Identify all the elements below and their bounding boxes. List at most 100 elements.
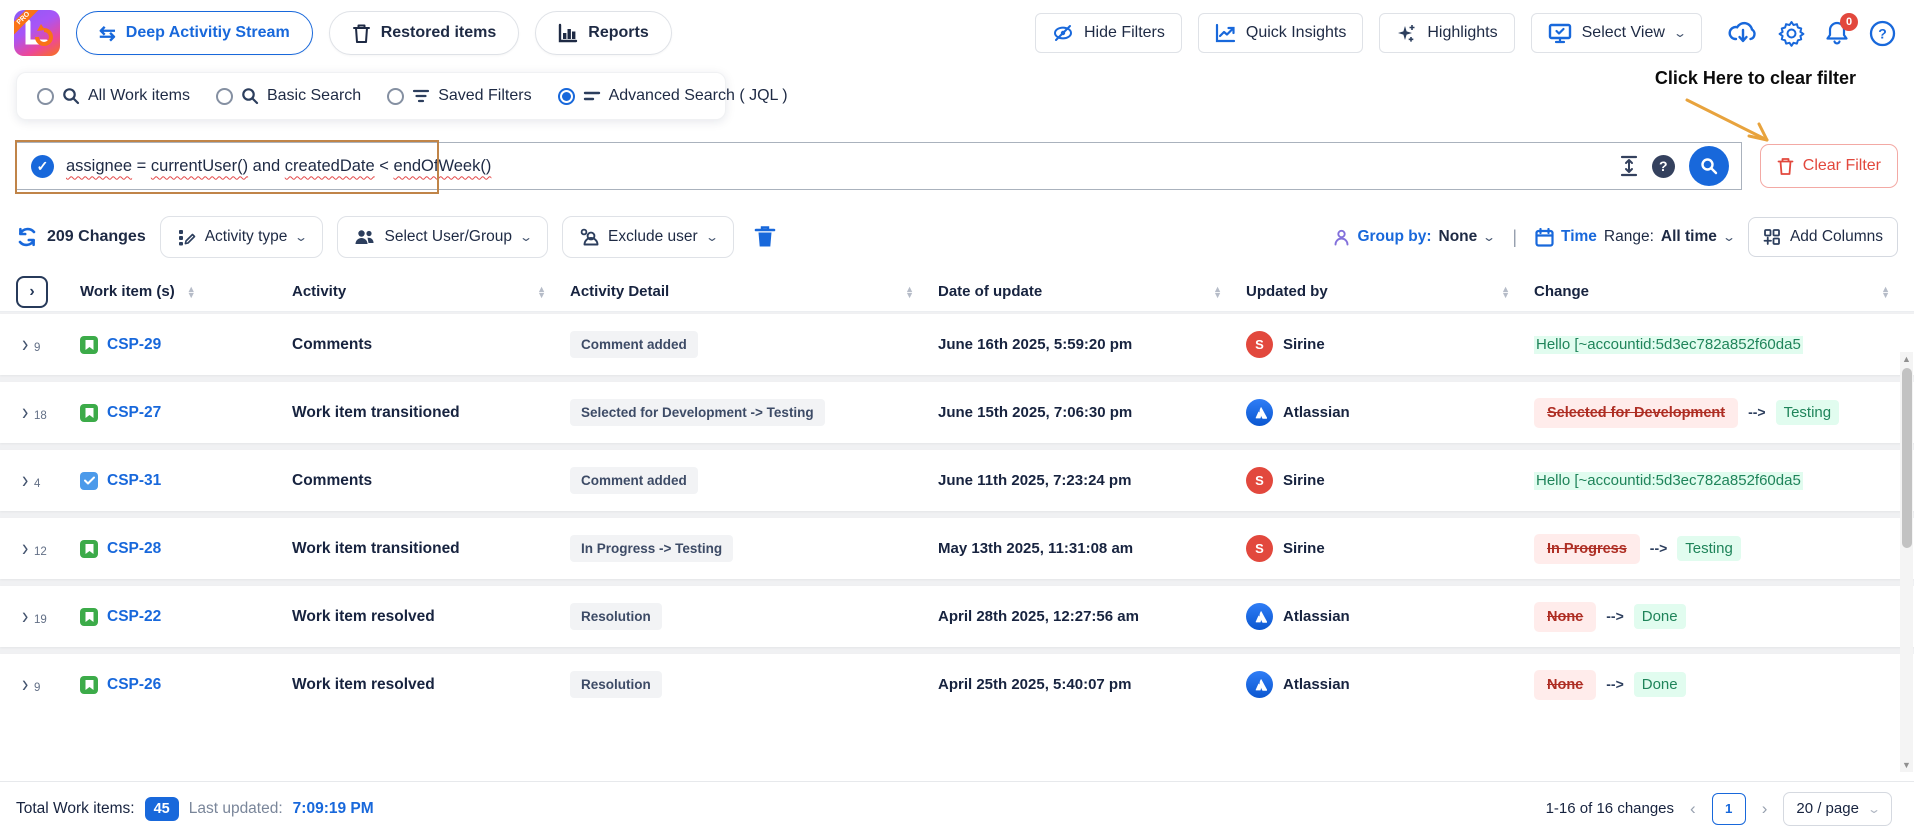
highlights-label: Highlights	[1427, 24, 1497, 42]
mode-saved-filters[interactable]: Saved Filters	[387, 87, 531, 105]
select-user-group-filter[interactable]: Select User/Group ⌄	[337, 216, 548, 258]
select-view-label: Select View	[1582, 24, 1665, 42]
jql-lines-icon	[583, 89, 601, 103]
expand-row-chevron[interactable]: ›	[22, 399, 28, 427]
group-by-control[interactable]: Group by: None ⌄	[1333, 228, 1494, 246]
activity-detail-pill: Resolution	[570, 671, 662, 698]
chevron-down-icon: ⌄	[1673, 26, 1687, 40]
scrollbar-thumb[interactable]	[1902, 368, 1912, 548]
highlights-button[interactable]: Highlights	[1379, 13, 1514, 53]
table-row[interactable]: 19› CSP-22 Work item resolved Resolution…	[0, 586, 1914, 647]
page-number-button[interactable]: 1	[1712, 793, 1746, 825]
activity-cell: Work item resolved	[292, 676, 570, 694]
exclude-user-filter[interactable]: Exclude user ⌄	[562, 216, 734, 258]
radio-unselected[interactable]	[387, 88, 404, 105]
activity-type-filter[interactable]: Activity type ⌄	[160, 216, 324, 258]
quick-insights-button[interactable]: Quick Insights	[1198, 13, 1363, 53]
mode-advanced-search-jql[interactable]: Advanced Search ( JQL )	[558, 87, 788, 105]
page-size-select[interactable]: 20 / page ⌄	[1783, 792, 1892, 826]
sort-icon[interactable]: ▲▼	[1881, 286, 1890, 298]
user-name: Sirine	[1283, 336, 1325, 353]
jql-help-icon[interactable]: ?	[1652, 155, 1675, 178]
expand-vertical-icon[interactable]	[1620, 155, 1638, 177]
activity-detail-pill: Resolution	[570, 603, 662, 630]
activity-detail-pill: Comment added	[570, 331, 698, 358]
sort-icon[interactable]: ▲▼	[187, 286, 196, 298]
expand-row-chevron[interactable]: ›	[22, 671, 28, 699]
work-item-link[interactable]: CSP-29	[107, 336, 161, 354]
next-page-button[interactable]: ›	[1762, 799, 1768, 819]
last-updated-time: 7:09:19 PM	[293, 800, 374, 818]
change-new-value: Done	[1634, 672, 1686, 697]
atlassian-avatar	[1246, 603, 1273, 630]
table-row[interactable]: 9› CSP-29 Comments Comment added June 16…	[0, 314, 1914, 375]
work-item-link[interactable]: CSP-26	[107, 676, 161, 694]
table-body: 9› CSP-29 Comments Comment added June 16…	[0, 312, 1914, 714]
table-row[interactable]: 4› CSP-31 Comments Comment added June 11…	[0, 450, 1914, 511]
mode-basic-search[interactable]: Basic Search	[216, 87, 361, 105]
user-name: Atlassian	[1283, 404, 1350, 421]
change-new-value: Testing	[1677, 536, 1741, 561]
add-columns-button[interactable]: Add Columns	[1748, 217, 1898, 257]
help-button[interactable]: ?	[1869, 20, 1896, 47]
atlassian-avatar	[1246, 671, 1273, 698]
run-search-button[interactable]	[1689, 146, 1729, 186]
scroll-up-arrow[interactable]: ▲	[1900, 354, 1913, 364]
expand-row-chevron[interactable]: ›	[22, 535, 28, 563]
radio-unselected[interactable]	[216, 88, 233, 105]
activity-toolbar: 209 Changes Activity type ⌄ Select User/…	[16, 216, 1898, 258]
settings-button[interactable]	[1778, 20, 1805, 47]
scroll-down-arrow[interactable]: ▼	[1900, 760, 1913, 770]
jql-operator: =	[137, 157, 147, 175]
col-work-item: Work item (s)	[80, 283, 175, 300]
change-count-badge: 9	[34, 682, 40, 694]
sort-icon[interactable]: ▲▼	[1501, 286, 1510, 298]
trash-icon	[352, 23, 371, 44]
sort-icon[interactable]: ▲▼	[537, 286, 546, 298]
change-arrow: -->	[1650, 540, 1668, 556]
radio-selected[interactable]	[558, 88, 575, 105]
expand-row-chevron[interactable]: ›	[22, 467, 28, 495]
hide-filters-button[interactable]: Hide Filters	[1035, 13, 1182, 53]
select-view-button[interactable]: Select View ⌄	[1531, 13, 1702, 53]
reports-button[interactable]: Reports	[535, 11, 671, 55]
sort-icon[interactable]: ▲▼	[905, 286, 914, 298]
total-work-items-label: Total Work items:	[16, 800, 135, 818]
table-row[interactable]: 12› CSP-28 Work item transitioned In Pro…	[0, 518, 1914, 579]
time-range-control[interactable]: Time Range: All time ⌄	[1535, 228, 1734, 247]
activity-type-icon	[177, 228, 196, 247]
cloud-download-button[interactable]	[1728, 20, 1758, 46]
atlassian-avatar	[1246, 399, 1273, 426]
activity-cell: Work item transitioned	[292, 404, 570, 422]
notifications-button[interactable]: 0	[1825, 20, 1849, 46]
restored-items-button[interactable]: Restored items	[329, 11, 520, 55]
activity-cell: Comments	[292, 336, 570, 354]
chevron-down-icon: ⌄	[294, 230, 308, 244]
sort-icon[interactable]: ▲▼	[1213, 286, 1222, 298]
story-icon	[80, 404, 98, 422]
radio-unselected[interactable]	[37, 88, 54, 105]
prev-page-button[interactable]: ‹	[1690, 799, 1696, 819]
work-item-link[interactable]: CSP-31	[107, 472, 161, 490]
delete-filters-button[interactable]	[754, 225, 776, 249]
expand-row-chevron[interactable]: ›	[22, 603, 28, 631]
table-row[interactable]: 9› CSP-26 Work item resolved Resolution …	[0, 654, 1914, 714]
mode-all-work-items[interactable]: All Work items	[37, 87, 190, 105]
change-comment-text: Hello [~accountid:5d3ec782a852f60da5	[1534, 336, 1803, 354]
deep-activity-stream-button[interactable]: ⇆ Deep Activitiy Stream	[76, 11, 313, 55]
vertical-scrollbar[interactable]: ▲ ▼	[1900, 352, 1913, 772]
pagination-summary: 1-16 of 16 changes	[1546, 800, 1674, 817]
work-item-link[interactable]: CSP-27	[107, 404, 161, 422]
refresh-icon[interactable]	[16, 226, 38, 248]
date-cell: June 11th 2025, 7:23:24 pm	[938, 472, 1246, 489]
table-row[interactable]: 18› CSP-27 Work item transitioned Select…	[0, 382, 1914, 443]
date-cell: May 13th 2025, 11:31:08 am	[938, 540, 1246, 557]
work-item-link[interactable]: CSP-22	[107, 608, 161, 626]
col-activity-detail: Activity Detail	[570, 283, 669, 300]
expand-row-chevron[interactable]: ›	[22, 331, 28, 359]
date-cell: June 15th 2025, 7:06:30 pm	[938, 404, 1246, 421]
expand-all-button[interactable]: ›	[16, 276, 48, 308]
work-item-link[interactable]: CSP-28	[107, 540, 161, 558]
jql-input[interactable]: ✓ assignee = currentUser() and createdDa…	[16, 142, 1742, 190]
user-name: Sirine	[1283, 472, 1325, 489]
